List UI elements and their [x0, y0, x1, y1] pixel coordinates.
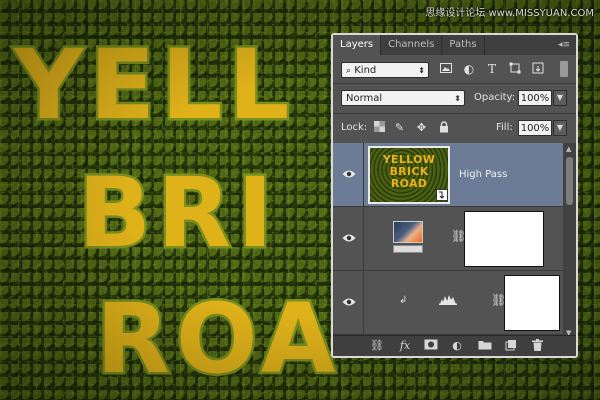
- shape-filter-icon[interactable]: [508, 62, 522, 76]
- fill-label: Fill:: [496, 122, 513, 133]
- lock-row: Lock: ✎ ✥ Fill: 100% ▼: [333, 117, 576, 139]
- layer-row-high-pass[interactable]: YELLOW BRICK ROAD High Pass: [333, 143, 563, 207]
- adjustment-filter-icon[interactable]: ◐: [462, 62, 476, 76]
- layer-list: YELLOW BRICK ROAD High Pass ⛓ ↲ ⛓ ▲ ▼: [333, 143, 576, 339]
- trash-icon[interactable]: [529, 339, 545, 353]
- updown-arrow-icon: ⬍: [454, 94, 461, 103]
- layer-mask-thumbnail[interactable]: [504, 275, 560, 331]
- opacity-slider-button[interactable]: ▼: [553, 90, 567, 106]
- visibility-eye-icon[interactable]: [342, 169, 356, 179]
- smart-object-filter-icon[interactable]: [531, 62, 545, 76]
- scroll-up-arrow-icon[interactable]: ▲: [566, 145, 571, 153]
- layers-panel-footer: ⛓ fx ◐: [333, 335, 576, 356]
- fill-input[interactable]: 100%: [518, 120, 552, 136]
- visibility-eye-icon[interactable]: [342, 297, 356, 307]
- blend-mode-value: Normal: [346, 93, 383, 104]
- panel-menu-icon[interactable]: ◂≡: [558, 40, 570, 50]
- layer-row-gradient-map[interactable]: ⛓: [333, 207, 563, 271]
- blend-mode-select[interactable]: Normal ⬍: [341, 90, 465, 106]
- clipping-arrow-icon: ↲: [399, 295, 408, 306]
- filter-kind-select[interactable]: ⌕ Kind ⬍: [341, 62, 429, 78]
- opacity-input[interactable]: 100%: [518, 90, 552, 106]
- tab-channels[interactable]: Channels: [381, 35, 443, 55]
- lock-all-icon[interactable]: [437, 121, 450, 134]
- lock-image-pixels-icon[interactable]: ✎: [393, 121, 406, 134]
- panel-tabs: Layers Channels Paths ◂≡: [333, 35, 576, 55]
- divider: [333, 83, 576, 84]
- smart-object-badge-icon: [436, 189, 448, 201]
- tab-paths[interactable]: Paths: [442, 35, 485, 55]
- gradient-map-adjustment-icon: [393, 221, 423, 253]
- fx-icon[interactable]: fx: [397, 339, 413, 353]
- divider: [363, 207, 364, 270]
- link-layers-icon[interactable]: ⛓: [369, 339, 385, 353]
- updown-arrow-icon: ⬍: [418, 66, 425, 75]
- layer-row-levels[interactable]: ↲ ⛓: [333, 271, 563, 335]
- new-group-icon[interactable]: [477, 339, 493, 353]
- canvas-word-2: BRI: [78, 157, 279, 269]
- layer-name[interactable]: High Pass: [459, 169, 507, 180]
- filter-toggle[interactable]: [560, 61, 568, 77]
- layer-mask-thumbnail[interactable]: [464, 211, 544, 267]
- new-layer-icon[interactable]: [503, 339, 519, 353]
- search-icon: ⌕: [346, 66, 352, 76]
- image-filter-icon[interactable]: [439, 62, 453, 76]
- divider: [363, 271, 364, 334]
- adjustment-layer-icon[interactable]: ◐: [449, 339, 465, 353]
- lock-position-icon[interactable]: ✥: [415, 121, 428, 134]
- lock-label: Lock:: [341, 122, 368, 133]
- blend-row: Normal ⬍ Opacity: 100% ▼: [333, 87, 576, 109]
- tab-layers[interactable]: Layers: [333, 35, 382, 55]
- visibility-eye-icon[interactable]: [342, 233, 356, 243]
- filter-kind-label: Kind: [354, 65, 377, 76]
- layer-list-scrollbar[interactable]: ▲ ▼: [563, 143, 576, 339]
- fill-slider-button[interactable]: ▼: [553, 120, 567, 136]
- canvas-word-1: YELL: [13, 29, 295, 141]
- lock-transparent-pixels-icon[interactable]: [373, 121, 386, 134]
- layer-filter-row: ⌕ Kind ⬍ ◐ T: [333, 59, 576, 81]
- opacity-label: Opacity:: [474, 92, 516, 103]
- divider: [363, 143, 364, 206]
- type-filter-icon[interactable]: T: [485, 62, 499, 76]
- levels-adjustment-icon: [439, 293, 457, 308]
- scrollbar-thumb[interactable]: [566, 157, 573, 205]
- divider: [333, 113, 576, 114]
- add-mask-icon[interactable]: [423, 339, 439, 353]
- watermark: 思缘设计论坛 www.MISSYUAN.COM: [425, 8, 594, 19]
- layers-panel: Layers Channels Paths ◂≡ ⌕ Kind ⬍ ◐ T No…: [331, 33, 578, 358]
- canvas-word-3: ROA: [96, 283, 341, 395]
